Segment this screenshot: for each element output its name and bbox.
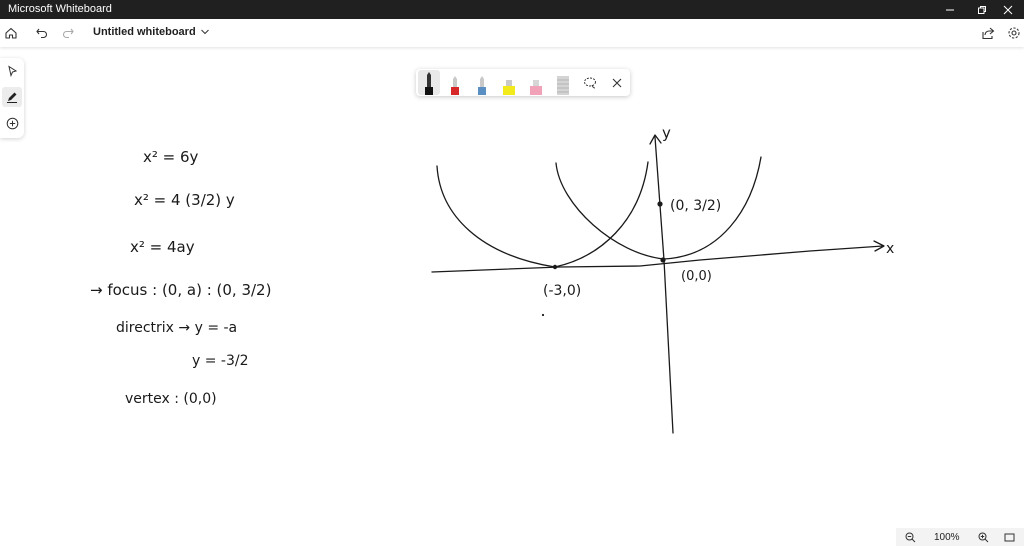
focus-label: (0, 3/2): [670, 198, 721, 214]
parabola-graph: x y (0, 3/2) (0,0) (-3,0): [431, 124, 894, 434]
fit-screen-icon: [1004, 533, 1014, 541]
shifted-vertex-label: (-3,0): [543, 283, 581, 299]
zoom-controls: 100%: [896, 528, 1024, 546]
equation-line-2: x² = 4 (3/2) y: [134, 191, 235, 209]
equation-line-3: x² = 4ay: [130, 238, 195, 256]
directrix-note: directrix → y = -a: [116, 320, 237, 336]
directrix-value: y = -3/2: [192, 353, 249, 369]
origin-point: [660, 257, 666, 263]
shifted-vertex-point: [552, 264, 558, 270]
zoom-in-icon: [978, 532, 988, 542]
equation-notes: x² = 6y x² = 4 (3/2) y x² = 4ay → focus …: [90, 148, 271, 407]
fit-to-screen-button[interactable]: [1001, 529, 1017, 545]
y-axis: [654, 136, 674, 434]
focus-note: → focus : (0, a) : (0, 3/2): [90, 281, 271, 299]
parabola-left: [436, 161, 649, 268]
zoom-level: 100%: [934, 532, 960, 543]
zoom-out-icon: [905, 532, 915, 542]
origin-label: (0,0): [681, 269, 712, 284]
vertex-note: vertex : (0,0): [125, 391, 217, 407]
equation-line-1: x² = 6y: [143, 148, 199, 166]
zoom-out-button[interactable]: [902, 529, 918, 545]
zoom-in-button[interactable]: [975, 529, 991, 545]
y-axis-label: y: [662, 124, 671, 142]
x-axis-label: x: [886, 241, 894, 257]
whiteboard-canvas[interactable]: x² = 6y x² = 4 (3/2) y x² = 4ay → focus …: [0, 0, 1024, 546]
focus-point: [657, 201, 663, 207]
ink-dot: [541, 313, 545, 317]
parabola-right: [555, 156, 762, 260]
